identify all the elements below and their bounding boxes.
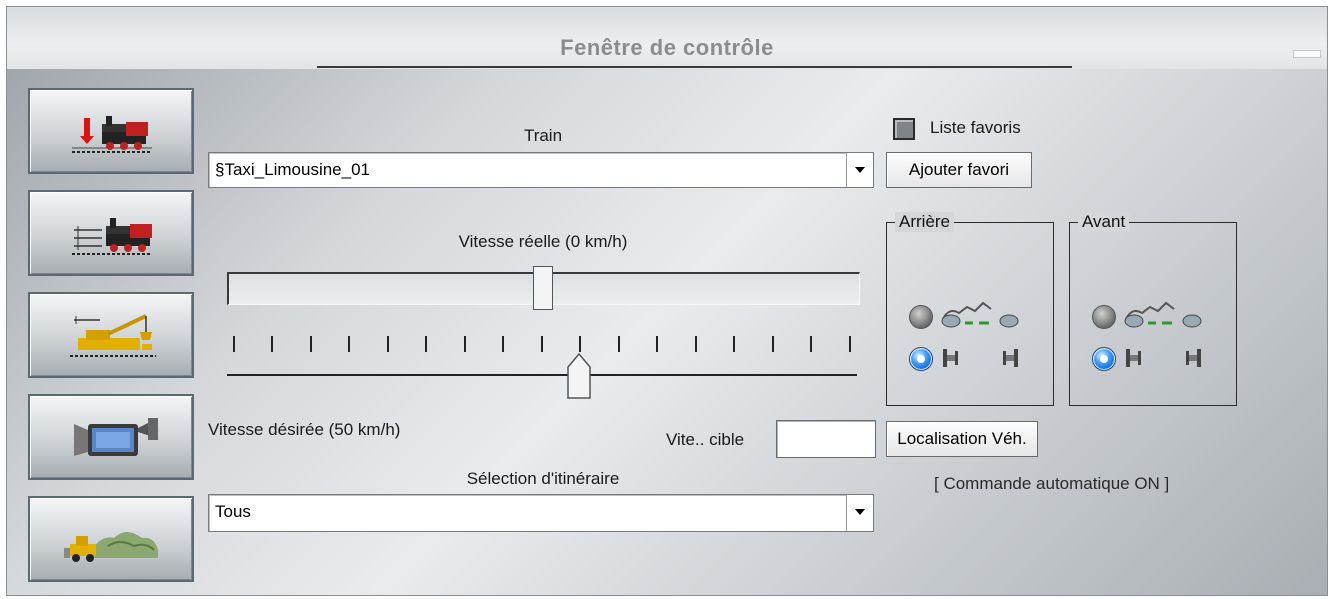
buffer-icon: [1126, 349, 1201, 367]
actual-speed-label: Vitesse réelle (0 km/h): [458, 232, 628, 251]
coupler-icon: [941, 301, 1019, 328]
minimize-button[interactable]: [1293, 50, 1321, 58]
target-speed-input[interactable]: [776, 420, 876, 458]
desired-speed-label: Vitesse désirée (50 km/h): [208, 420, 401, 439]
landscape-bulldozer-icon: [64, 532, 158, 562]
landscape-button[interactable]: [28, 496, 194, 582]
front-coupler-radio[interactable]: [1092, 305, 1116, 329]
target-speed-label: Vite.. cible: [666, 430, 745, 449]
front-coupling-title: Avant: [1078, 212, 1130, 232]
title-bar: Fenêtre de contrôle: [7, 7, 1327, 69]
chevron-down-icon[interactable]: [846, 495, 873, 531]
camera-icon: [74, 418, 158, 456]
window-title: Fenêtre de contrôle: [560, 35, 774, 60]
itinerary-select[interactable]: Tous: [208, 494, 874, 532]
train-depart-icon: [72, 116, 152, 153]
speed-ticks: [233, 336, 853, 356]
itinerary-label: Sélection d'itinéraire: [466, 469, 620, 488]
camera-button[interactable]: [28, 394, 194, 480]
train-select[interactable]: §Taxi_Limousine_01: [208, 152, 874, 188]
crane-icon: [70, 314, 156, 357]
front-coupling-group: Avant: [1069, 212, 1237, 406]
rear-coupler-radio[interactable]: [909, 305, 933, 329]
add-favorite-button[interactable]: Ajouter favori: [886, 152, 1032, 188]
train-route-button[interactable]: [28, 190, 194, 276]
locate-vehicle-button[interactable]: Localisation Véh.: [886, 421, 1038, 457]
train-label: Train: [523, 126, 563, 145]
crane-button[interactable]: [28, 292, 194, 378]
train-route-icon: [72, 218, 152, 255]
train-depart-button[interactable]: [28, 88, 194, 174]
chevron-down-icon[interactable]: [846, 153, 873, 187]
favorites-checkbox-label: Liste favoris: [930, 118, 1021, 137]
rear-coupling-group: Arrière: [886, 212, 1054, 406]
auto-command-status: [ Commande automatique ON ]: [934, 474, 1170, 493]
desired-speed-slider-thumb[interactable]: [567, 353, 591, 399]
desired-speed-track[interactable]: [227, 374, 857, 376]
itinerary-select-value: Tous: [215, 502, 251, 521]
rear-buffer-radio[interactable]: [909, 347, 933, 371]
title-underline: [317, 66, 1072, 68]
favorites-checkbox[interactable]: [893, 118, 915, 140]
actual-speed-indicator: [533, 266, 553, 310]
buffer-icon: [943, 349, 1018, 367]
train-select-value: §Taxi_Limousine_01: [215, 160, 370, 179]
coupler-icon: [1124, 301, 1202, 328]
rear-coupling-title: Arrière: [895, 212, 955, 232]
front-buffer-radio[interactable]: [1092, 347, 1116, 371]
